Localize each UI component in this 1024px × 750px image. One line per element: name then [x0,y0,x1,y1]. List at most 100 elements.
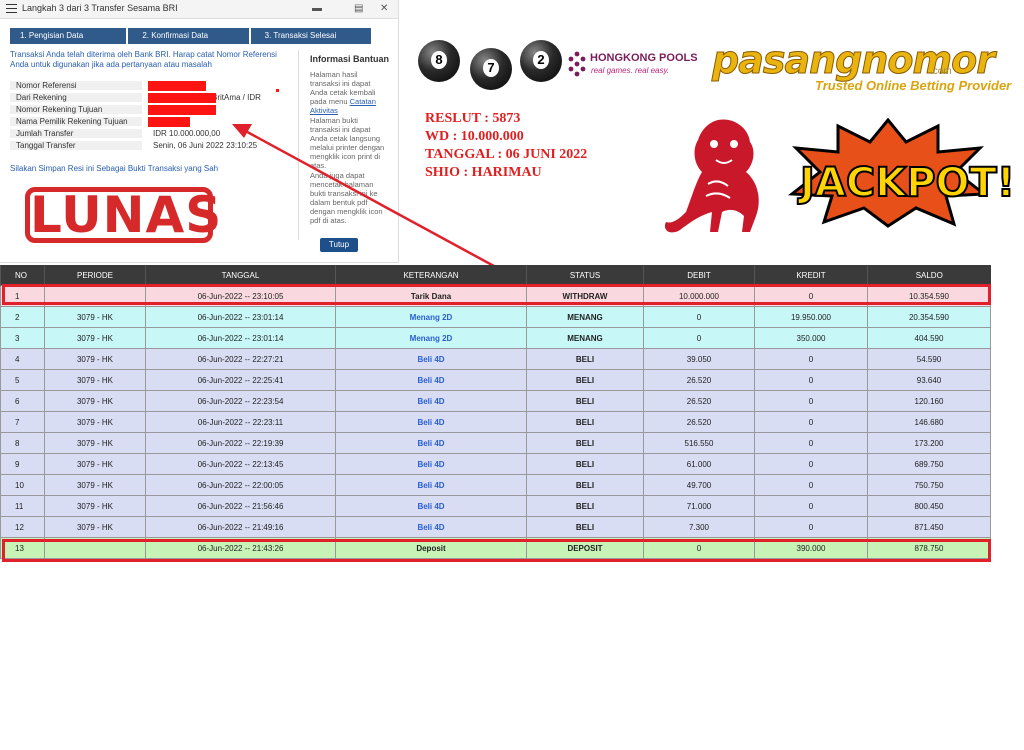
table-row: 4 3079 - HK 06-Jun-2022 -- 22:27:21 Beli 4D… [0,348,991,370]
table-header-row: NO PERIODE TANGGAL KETERANGAN STATUS DEB… [0,265,991,286]
cell-ket[interactable]: Beli 4D [335,495,527,517]
cell-ket[interactable]: Beli 4D [335,453,527,475]
table-row: 2 3079 - HK 06-Jun-2022 -- 23:01:14 Menang … [0,306,991,328]
cell-saldo: 689.750 [867,453,991,475]
column-header-tanggal: TANGGAL [145,265,336,286]
cell-status: BELI [526,516,644,538]
cell-saldo: 93.640 [867,369,991,391]
cell-no: 3 [0,327,45,349]
cell-debit: 49.700 [643,474,755,496]
cell-no: 4 [0,348,45,370]
column-header-keterangan: KETERANGAN [335,265,527,286]
cell-no: 11 [0,495,45,517]
table-row: 3 3079 - HK 06-Jun-2022 -- 23:01:14 Menang … [0,327,991,349]
cell-kredit: 0 [754,474,868,496]
cell-debit: 71.000 [643,495,755,517]
cell-tanggal: 06-Jun-2022 -- 21:49:16 [145,516,336,538]
cell-status: BELI [526,390,644,412]
cell-status: BELI [526,495,644,517]
cell-periode: 3079 - HK [44,390,146,412]
cell-ket[interactable]: Beli 4D [335,474,527,496]
cell-tanggal: 06-Jun-2022 -- 22:00:05 [145,474,336,496]
cell-debit: 26.520 [643,390,755,412]
cell-ket[interactable]: Beli 4D [335,516,527,538]
cell-debit: 61.000 [643,453,755,475]
cell-periode: 3079 - HK [44,327,146,349]
cell-no: 2 [0,306,45,328]
cell-ket[interactable]: Beli 4D [335,369,527,391]
cell-saldo: 146.680 [867,411,991,433]
cell-status: BELI [526,369,644,391]
cell-saldo: 871.450 [867,516,991,538]
cell-status: BELI [526,474,644,496]
cell-ket[interactable]: Beli 4D [335,432,527,454]
cell-ket[interactable]: Beli 4D [335,390,527,412]
cell-debit: 7.300 [643,516,755,538]
column-header-kredit: KREDIT [754,265,868,286]
table-row: 12 3079 - HK 06-Jun-2022 -- 21:49:16 Beli 4… [0,516,991,538]
cell-tanggal: 06-Jun-2022 -- 21:56:46 [145,495,336,517]
column-header-no: NO [0,265,45,286]
cell-tanggal: 06-Jun-2022 -- 22:13:45 [145,453,336,475]
cell-status: BELI [526,348,644,370]
withdraw-highlight-box [2,284,991,305]
cell-status: MENANG [526,306,644,328]
cell-periode: 3079 - HK [44,348,146,370]
cell-periode: 3079 - HK [44,306,146,328]
cell-ket[interactable]: Beli 4D [335,411,527,433]
table-row: 9 3079 - HK 06-Jun-2022 -- 22:13:45 Beli 4D… [0,453,991,475]
cell-saldo: 750.750 [867,474,991,496]
cell-periode: 3079 - HK [44,369,146,391]
cell-kredit: 0 [754,432,868,454]
table-row: 5 3079 - HK 06-Jun-2022 -- 22:25:41 Beli 4D… [0,369,991,391]
column-header-debit: DEBIT [643,265,755,286]
cell-saldo: 800.450 [867,495,991,517]
cell-kredit: 19.950.000 [754,306,868,328]
table-row: 10 3079 - HK 06-Jun-2022 -- 22:00:05 Beli 4… [0,474,991,496]
cell-saldo: 54.590 [867,348,991,370]
cell-tanggal: 06-Jun-2022 -- 23:01:14 [145,327,336,349]
cell-status: MENANG [526,327,644,349]
cell-saldo: 20.354.590 [867,306,991,328]
transaction-rows: 1 06-Jun-2022 -- 23:10:05 Tarik Dana WITHDR… [0,285,991,559]
cell-status: BELI [526,453,644,475]
cell-kredit: 0 [754,516,868,538]
cell-tanggal: 06-Jun-2022 -- 22:23:54 [145,390,336,412]
column-header-periode: PERIODE [44,265,146,286]
cell-saldo: 120.160 [867,390,991,412]
cell-periode: 3079 - HK [44,474,146,496]
cell-kredit: 350.000 [754,327,868,349]
cell-periode: 3079 - HK [44,453,146,475]
cell-debit: 0 [643,327,755,349]
cell-debit: 26.520 [643,411,755,433]
cell-saldo: 173.200 [867,432,991,454]
cell-saldo: 404.590 [867,327,991,349]
cell-periode: 3079 - HK [44,495,146,517]
cell-ket[interactable]: Menang 2D [335,306,527,328]
table-row: 6 3079 - HK 06-Jun-2022 -- 22:23:54 Beli 4D… [0,390,991,412]
cell-kredit: 0 [754,348,868,370]
cell-no: 6 [0,390,45,412]
cell-ket[interactable]: Beli 4D [335,348,527,370]
cell-kredit: 0 [754,411,868,433]
cell-kredit: 0 [754,390,868,412]
cell-kredit: 0 [754,369,868,391]
cell-debit: 0 [643,306,755,328]
cell-status: BELI [526,432,644,454]
cell-tanggal: 06-Jun-2022 -- 22:27:21 [145,348,336,370]
cell-tanggal: 06-Jun-2022 -- 22:23:11 [145,411,336,433]
cell-periode: 3079 - HK [44,516,146,538]
cell-kredit: 0 [754,453,868,475]
transaction-history-table: NO PERIODE TANGGAL KETERANGAN STATUS DEB… [0,265,991,559]
cell-no: 7 [0,411,45,433]
cell-tanggal: 06-Jun-2022 -- 23:01:14 [145,306,336,328]
column-header-saldo: SALDO [867,265,991,286]
table-row: 8 3079 - HK 06-Jun-2022 -- 22:19:39 Beli 4D… [0,432,991,454]
cell-no: 12 [0,516,45,538]
cell-tanggal: 06-Jun-2022 -- 22:25:41 [145,369,336,391]
cell-periode: 3079 - HK [44,411,146,433]
cell-no: 5 [0,369,45,391]
cell-ket[interactable]: Menang 2D [335,327,527,349]
cell-debit: 39.050 [643,348,755,370]
cell-no: 8 [0,432,45,454]
